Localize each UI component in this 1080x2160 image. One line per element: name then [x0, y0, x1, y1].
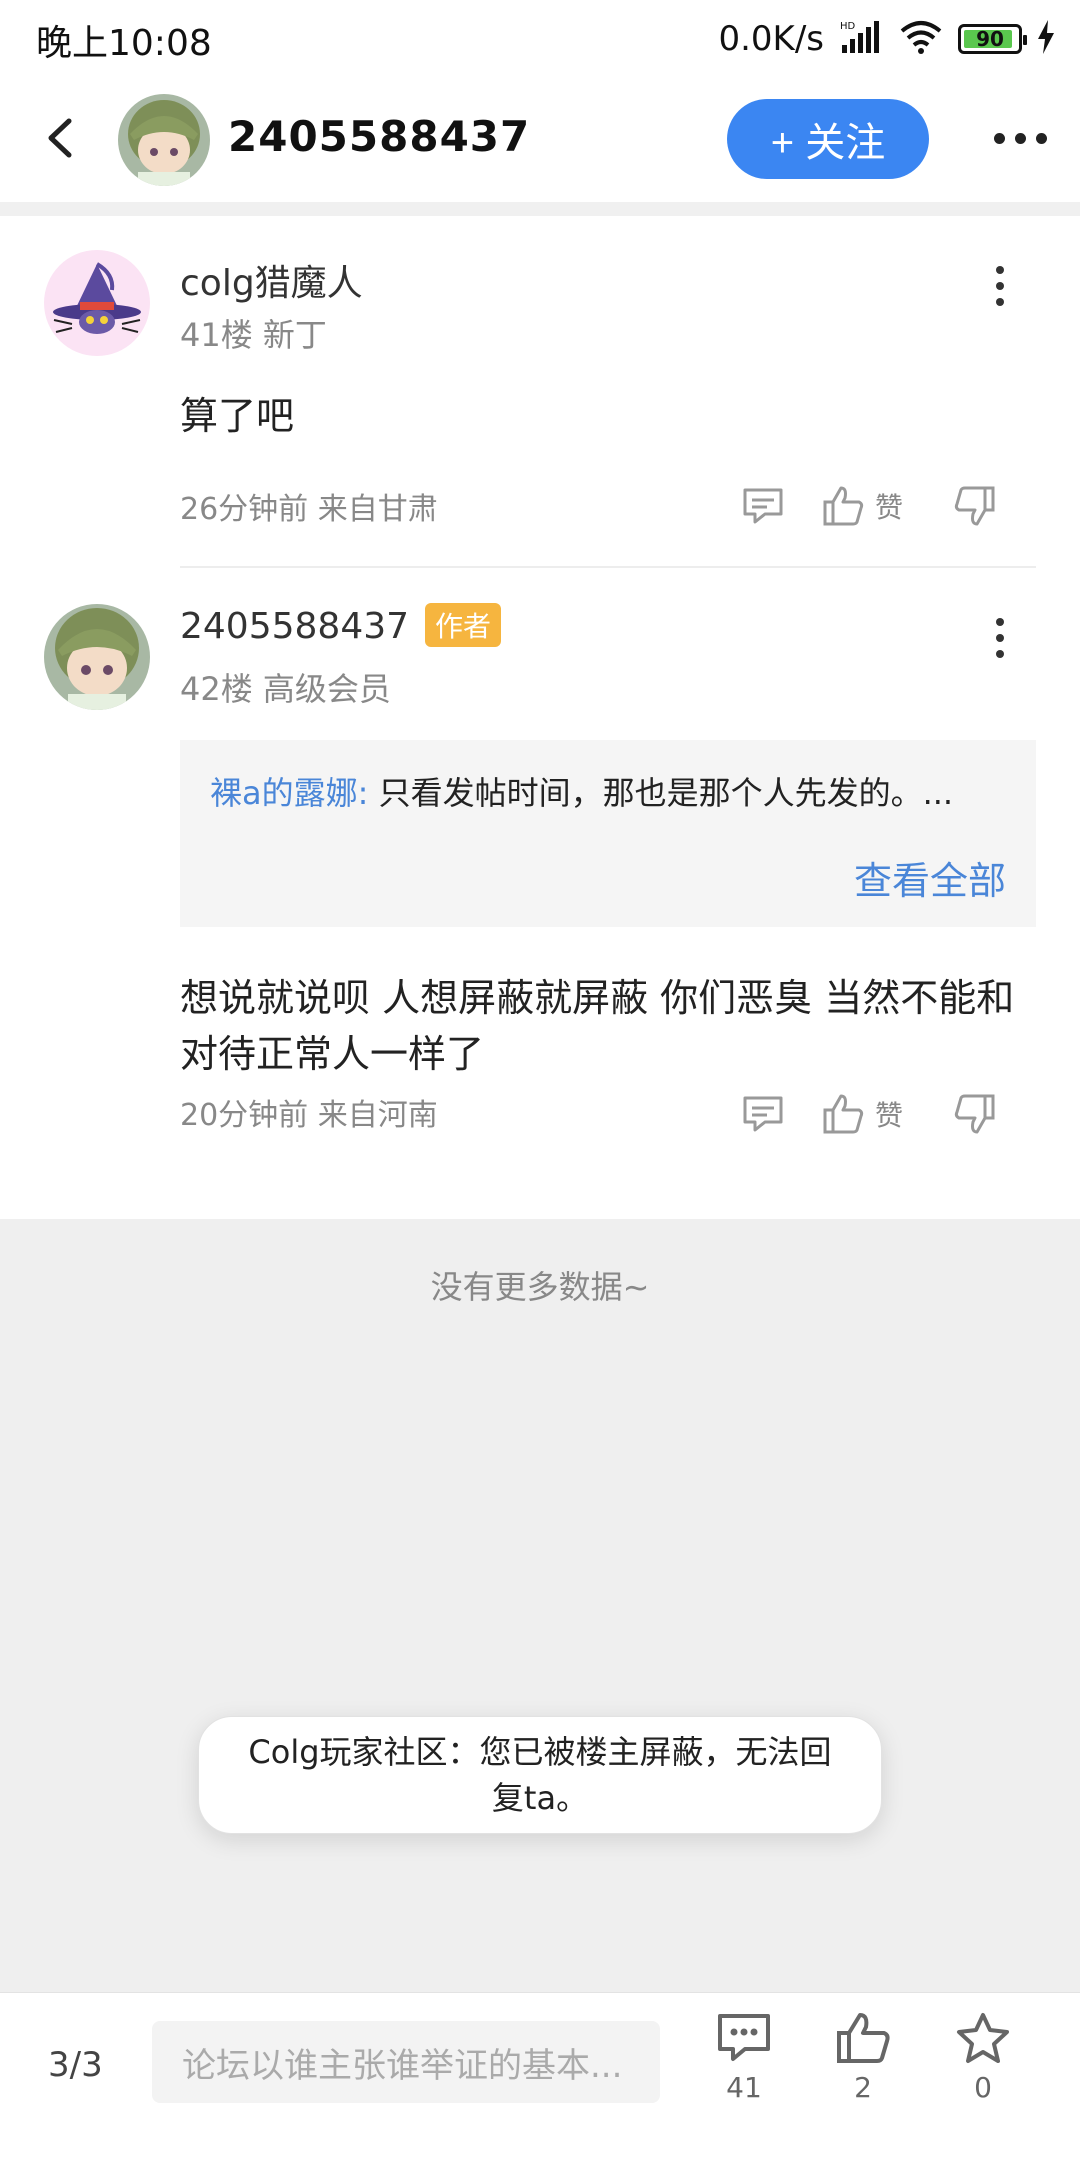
status-icons: 0.0K/s HD 90: [718, 14, 1056, 64]
net-speed: 0.0K/s: [718, 19, 824, 59]
favorite-button[interactable]: 0: [938, 2011, 1028, 2104]
dislike-button[interactable]: [953, 476, 997, 536]
post-actions: 赞: [735, 476, 997, 536]
charging-icon: [1036, 20, 1056, 58]
post-content: 想说就说呗 人想屏蔽就屏蔽 你们恶臭 当然不能和对待正常人一样了: [180, 976, 1015, 1076]
floor-info: 42楼 高级会员: [180, 670, 391, 708]
post-content: 算了吧: [180, 394, 295, 438]
like-button[interactable]: 2: [818, 2011, 908, 2104]
divider: [0, 202, 1080, 216]
comment-icon: [743, 1096, 783, 1132]
comments-button[interactable]: 41: [699, 2011, 789, 2104]
post-username: 2405588437 作者: [180, 603, 502, 650]
like-label: 赞: [875, 491, 904, 524]
quote-line: 裸a的露娜: 只看发帖时间，那也是那个人先发的。...: [210, 768, 1010, 814]
like-label: 赞: [875, 1099, 904, 1132]
floor-info: 41楼 新丁: [180, 316, 327, 354]
author-badge: 作者: [425, 603, 502, 647]
post-username[interactable]: colg猎魔人: [180, 254, 363, 306]
wifi-icon: [898, 19, 944, 59]
comment-icon: [743, 488, 783, 524]
like-button[interactable]: 赞: [821, 476, 903, 536]
reply-list: colg猎魔人 41楼 新丁 算了吧 26分钟前 来自甘肃 赞 24055884…: [0, 216, 1080, 1219]
status-bar: 晚上10:08 0.0K/s HD 90: [0, 0, 1080, 78]
list-item: 2405588437 作者 42楼 高级会员 裸a的露娜: 只看发帖时间，那也是那…: [0, 568, 1080, 1219]
thumbs-up-icon: [823, 1094, 864, 1134]
battery-level: 90: [976, 27, 1004, 51]
star-icon: [957, 2013, 1009, 2063]
comment-icon: [718, 2014, 770, 2061]
toast-message: Colg玩家社区：您已被楼主屏蔽，无法回复ta。: [198, 1716, 882, 1834]
avatar[interactable]: [44, 604, 150, 710]
chevron-left-icon: [48, 118, 72, 158]
quote-author[interactable]: 裸a的露娜:: [210, 774, 368, 812]
avatar[interactable]: [118, 94, 210, 186]
post-time: 26分钟前 来自甘肃: [180, 492, 438, 527]
comment-button[interactable]: [735, 476, 791, 536]
follow-button[interactable]: + 关注: [727, 99, 929, 179]
quoted-reply[interactable]: 裸a的露娜: 只看发帖时间，那也是那个人先发的。... 查看全部: [180, 740, 1036, 927]
thumbs-up-icon: [837, 2013, 890, 2063]
like-count: 2: [854, 2071, 872, 2104]
top-bar: 2405588437 + 关注: [0, 78, 1080, 202]
quote-text: 只看发帖时间，那也是那个人先发的。...: [368, 774, 954, 812]
more-options-icon[interactable]: [980, 256, 1020, 316]
thumbs-down-icon: [954, 486, 995, 526]
battery-icon: 90: [958, 24, 1027, 54]
list-item: colg猎魔人 41楼 新丁 算了吧 26分钟前 来自甘肃 赞: [0, 216, 1080, 566]
reply-input[interactable]: 论坛以谁主张谁举证的基本...: [152, 2021, 660, 2103]
view-all-link[interactable]: 查看全部: [854, 850, 1006, 905]
thumbs-down-icon: [954, 1094, 995, 1134]
bottom-bar: 3/3 论坛以谁主张谁举证的基本... 41 2 0: [0, 1992, 1080, 2160]
profile-username: 2405588437: [228, 112, 531, 161]
post-username-text[interactable]: 2405588437: [180, 606, 409, 647]
list-end-text: 没有更多数据~: [430, 1268, 650, 1306]
post-actions: 赞: [735, 1084, 997, 1144]
more-options-icon[interactable]: [980, 118, 1060, 158]
status-time: 晚上10:08: [36, 23, 212, 64]
avatar[interactable]: [44, 250, 150, 356]
dislike-button[interactable]: [953, 1084, 997, 1144]
back-button[interactable]: [30, 108, 90, 168]
more-options-icon[interactable]: [980, 608, 1020, 668]
page-indicator[interactable]: 3/3: [48, 2045, 103, 2085]
comment-count: 41: [726, 2071, 762, 2104]
comment-button[interactable]: [735, 1084, 791, 1144]
thumbs-up-icon: [823, 486, 864, 526]
svg-text:HD: HD: [840, 21, 856, 32]
post-time: 20分钟前 来自河南: [180, 1098, 438, 1133]
star-count: 0: [974, 2071, 992, 2104]
signal-icon: HD: [838, 19, 884, 59]
like-button[interactable]: 赞: [821, 1084, 903, 1144]
